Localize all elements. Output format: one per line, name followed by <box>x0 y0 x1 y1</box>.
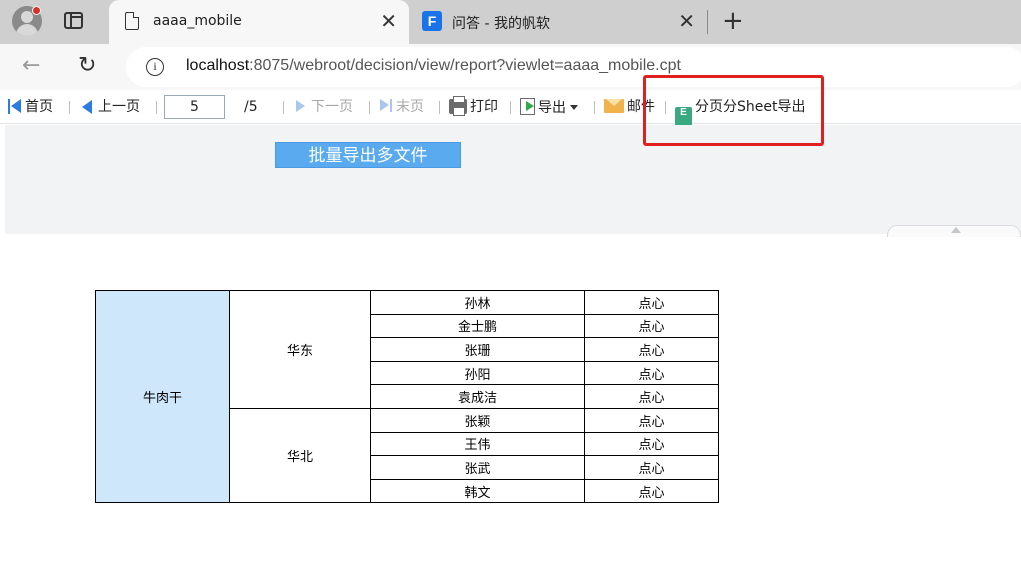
toolbar-divider <box>369 101 370 114</box>
collapse-panel-handle[interactable] <box>887 225 1021 237</box>
category-cell: 点心 <box>584 313 719 339</box>
page-total: /5 <box>244 99 258 115</box>
document-icon <box>125 12 139 30</box>
category-cell: 点心 <box>584 407 719 433</box>
category-cell: 点心 <box>584 290 719 315</box>
notification-dot <box>32 6 41 15</box>
next-page-label: 下一页 <box>311 99 353 115</box>
toolbar-divider <box>594 101 595 114</box>
last-page-label: 末页 <box>396 99 424 115</box>
export-icon <box>520 98 535 115</box>
person-cell: 孙阳 <box>370 360 585 386</box>
info-icon[interactable]: i <box>146 58 164 76</box>
toolbar-divider <box>439 101 440 114</box>
back-arrow-icon[interactable]: ← <box>22 52 40 80</box>
tab-fanruan-qa[interactable]: F 问答 - 我的帆软 ✕ <box>412 0 707 44</box>
url-path: :8075/webroot/decision/view/report?viewl… <box>249 57 681 74</box>
first-page-button[interactable]: 首页 <box>8 98 53 116</box>
category-cell: 点心 <box>584 360 719 386</box>
tab-title: aaaa_mobile <box>153 13 242 29</box>
report-toolbar: 首页 上一页 下一页 末页 打印 导出 邮件 E 分页分Sheet导出 <box>0 90 1021 126</box>
fanruan-icon: F <box>422 11 442 31</box>
tab-actions-icon[interactable] <box>64 12 83 29</box>
table-row: 牛肉干 华东 孙林 点心 <box>95 289 719 504</box>
new-tab-button[interactable]: + <box>722 6 744 36</box>
region-cell: 华东 <box>229 290 371 409</box>
category-cell: 点心 <box>584 337 719 362</box>
tab-strip: aaaa_mobile ✕ F 问答 - 我的帆软 ✕ + <box>0 0 1021 44</box>
next-page-icon <box>296 100 305 112</box>
person-cell: 金士鹏 <box>370 313 585 339</box>
mail-icon <box>604 99 624 113</box>
tab-aaaa-mobile[interactable]: aaaa_mobile ✕ <box>109 0 409 44</box>
url-text: localhost:8075/webroot/decision/view/rep… <box>186 57 681 75</box>
first-page-icon <box>8 99 22 114</box>
highlight-annotation <box>643 75 824 146</box>
export-label: 导出 <box>538 100 566 116</box>
person-cell: 张武 <box>370 455 585 480</box>
category-cell: 点心 <box>584 384 719 409</box>
prev-page-icon <box>82 100 92 114</box>
tab-divider <box>707 10 708 34</box>
batch-export-button[interactable]: 批量导出多文件 <box>275 142 461 168</box>
close-tab-icon[interactable]: ✕ <box>678 10 695 32</box>
reload-icon[interactable]: ↻ <box>78 53 96 79</box>
first-page-label: 首页 <box>25 99 53 115</box>
person-cell: 张珊 <box>370 337 585 362</box>
close-tab-icon[interactable]: ✕ <box>380 10 397 32</box>
url-input[interactable]: i localhost:8075/webroot/decision/view/r… <box>126 47 1021 87</box>
browser-window: { "browser": { "tabs": [ {"title": "aaaa… <box>0 0 1021 576</box>
toolbar-divider <box>283 101 284 114</box>
toolbar-divider <box>69 101 70 114</box>
person-cell: 孙林 <box>370 290 585 315</box>
person-cell: 王伟 <box>370 431 585 457</box>
toolbar-divider <box>156 101 157 114</box>
category-cell: 点心 <box>584 455 719 480</box>
parameter-panel <box>5 125 1021 234</box>
toolbar-divider <box>510 101 511 114</box>
region-cell: 华北 <box>229 407 371 504</box>
chevron-down-icon <box>570 105 578 110</box>
export-dropdown[interactable]: 导出 <box>520 98 578 117</box>
next-page-button[interactable]: 下一页 <box>296 98 353 116</box>
person-cell: 袁成洁 <box>370 384 585 409</box>
page-number-input[interactable]: 5 <box>164 95 225 119</box>
last-page-icon <box>380 99 393 112</box>
category-cell: 点心 <box>584 431 719 457</box>
last-page-button[interactable]: 末页 <box>380 98 424 116</box>
person-cell: 张颖 <box>370 407 585 433</box>
print-label: 打印 <box>470 99 498 115</box>
category-cell: 点心 <box>584 478 719 504</box>
prev-page-button[interactable]: 上一页 <box>82 98 140 116</box>
product-cell: 牛肉干 <box>95 289 230 504</box>
print-button[interactable]: 打印 <box>449 96 498 116</box>
address-bar-row: ← ↻ i localhost:8075/webroot/decision/vi… <box>0 44 1021 90</box>
report-table: 牛肉干 华东 孙林 点心 金士鹏 点心 张珊 点心 孙阳 点心 袁成洁 点心 华… <box>95 289 719 504</box>
url-host: localhost <box>186 57 250 74</box>
person-cell: 韩文 <box>370 478 585 504</box>
print-icon <box>449 96 467 116</box>
tab-title: 问答 - 我的帆软 <box>452 16 550 32</box>
prev-page-label: 上一页 <box>98 99 140 115</box>
